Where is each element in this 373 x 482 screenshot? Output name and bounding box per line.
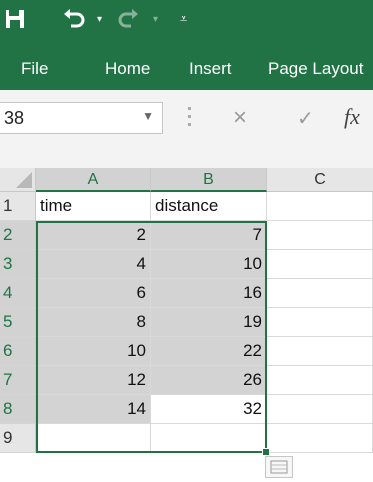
cell-b9[interactable] [151,424,267,453]
customize-toolbar-button[interactable]: ⩡ [180,4,187,34]
cell-b6[interactable]: 22 [151,337,267,366]
name-box-value: 38 [4,108,25,128]
title-bar: ▾ ▾ ⩡ [0,0,373,46]
name-box[interactable]: 38 ▼ [0,102,163,134]
chevron-down-icon: ▾ [153,13,159,25]
worksheet-grid: A B C 1 time distance 2 2 7 3 4 10 4 6 1… [0,168,373,478]
cell-b7[interactable]: 26 [151,366,267,395]
enter-icon[interactable]: ✓ [297,106,314,131]
cell-c3[interactable] [267,250,373,279]
select-all-icon [16,172,32,188]
cell-b1[interactable]: distance [151,192,267,221]
chevron-down-icon: ▾ [97,13,103,25]
row-header-6[interactable]: 6 [0,337,36,366]
cell-a6[interactable]: 10 [36,337,151,366]
cell-a7[interactable]: 12 [36,366,151,395]
cell-b2[interactable]: 7 [151,221,267,250]
insert-function-icon[interactable]: fx [344,104,360,130]
cell-a1[interactable]: time [36,192,151,221]
row-header-7[interactable]: 7 [0,366,36,395]
cell-c4[interactable] [267,279,373,308]
cell-a2[interactable]: 2 [36,221,151,250]
row-header-3[interactable]: 3 [0,250,36,279]
select-all-button[interactable] [0,168,36,192]
column-header-b[interactable]: B [151,168,267,192]
row-header-5[interactable]: 5 [0,308,36,337]
cell-b3[interactable]: 10 [151,250,267,279]
save-button[interactable] [4,4,26,34]
cell-a9[interactable] [36,424,151,453]
customize-icon: ⩡ [180,11,188,26]
cell-c9[interactable] [267,424,373,453]
tab-page-layout[interactable]: Page Layout [268,59,363,79]
redo-icon [118,9,138,28]
undo-button[interactable] [62,4,86,34]
redo-button[interactable] [118,4,140,34]
ribbon-tabs: File Home Insert Page Layout [0,46,373,90]
formula-bar: 38 ▼ × ✓ fx [0,90,373,169]
undo-dropdown[interactable]: ▾ [97,4,102,34]
tab-file[interactable]: File [21,59,48,79]
cell-c7[interactable] [267,366,373,395]
chevron-down-icon[interactable]: ▼ [142,109,154,123]
column-header-c[interactable]: C [267,168,373,192]
formula-bar-grip[interactable] [188,107,191,127]
row-header-9[interactable]: 9 [0,424,36,453]
quick-analysis-button[interactable] [265,456,293,478]
fill-handle[interactable] [262,448,270,456]
cell-c6[interactable] [267,337,373,366]
cell-c5[interactable] [267,308,373,337]
row-header-2[interactable]: 2 [0,221,36,250]
cell-a4[interactable]: 6 [36,279,151,308]
cell-b4[interactable]: 16 [151,279,267,308]
cell-a5[interactable]: 8 [36,308,151,337]
undo-icon [64,9,85,28]
cell-c8[interactable] [267,395,373,424]
cell-c2[interactable] [267,221,373,250]
row-header-4[interactable]: 4 [0,279,36,308]
save-icon [6,10,24,28]
column-header-a[interactable]: A [36,168,151,192]
cell-a3[interactable]: 4 [36,250,151,279]
redo-dropdown[interactable]: ▾ [153,4,158,34]
cell-b5[interactable]: 19 [151,308,267,337]
row-header-8[interactable]: 8 [0,395,36,424]
cancel-icon[interactable]: × [233,104,247,132]
cell-c1[interactable] [267,192,373,221]
row-header-1[interactable]: 1 [0,192,36,221]
quick-analysis-icon [270,460,288,474]
tab-insert[interactable]: Insert [189,59,232,79]
cell-a8[interactable]: 14 [36,395,151,424]
cell-b8-active[interactable]: 32 [151,395,267,424]
tab-home[interactable]: Home [105,59,150,79]
